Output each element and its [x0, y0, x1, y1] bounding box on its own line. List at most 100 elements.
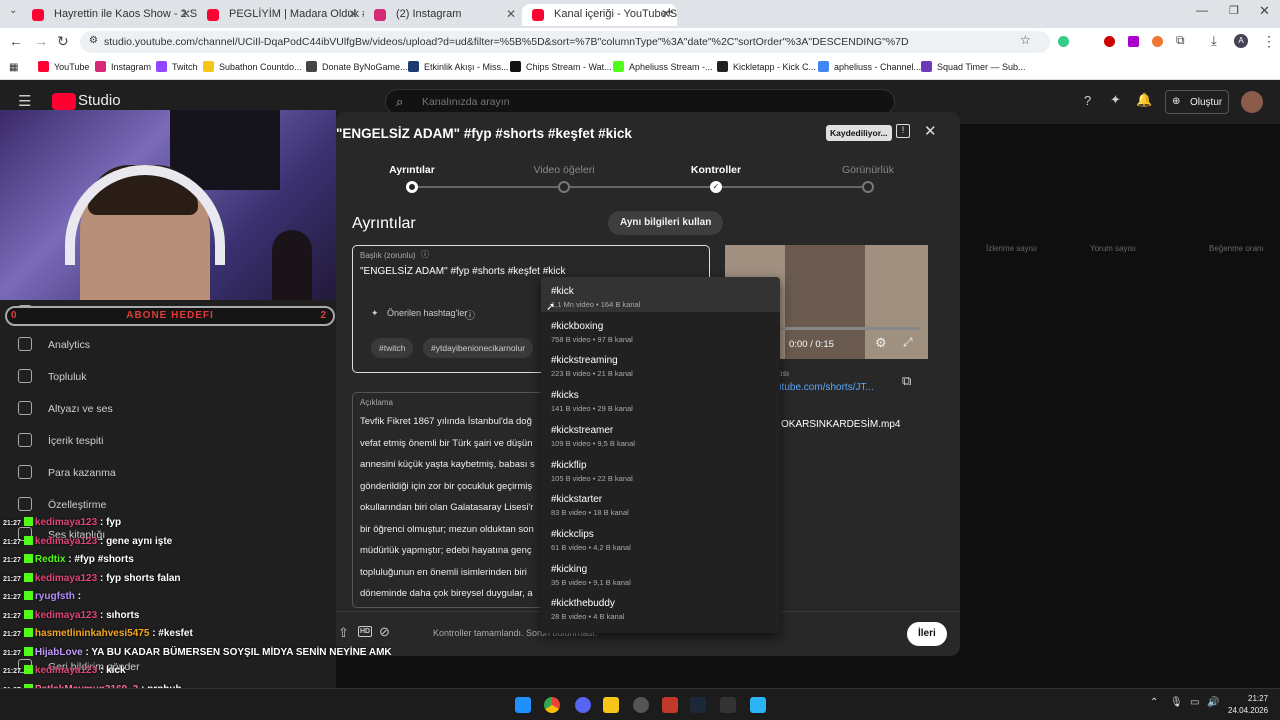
hashtag-option[interactable]: #kickstarter 83 B video • 18 B kanal [541, 485, 780, 520]
profile-avatar[interactable]: A [1234, 34, 1248, 48]
column-views[interactable]: İzlenme sayısı [986, 244, 1037, 253]
bookmark-item[interactable]: Apheliuss Stream -... [613, 61, 713, 72]
more-menu-icon[interactable]: ⋮ [1262, 33, 1276, 50]
hashtag-option[interactable]: #kickclips 61 B video • 4,2 B kanal [541, 520, 780, 555]
hashtag-chip[interactable]: #ytdayibenionecikarnolur [423, 338, 534, 358]
extension-icon[interactable] [1104, 36, 1115, 47]
help-icon[interactable]: ⓘ [421, 249, 429, 260]
reuse-details-button[interactable]: Aynı bilgileri kullan [608, 211, 724, 235]
title-input-value[interactable]: "ENGELSİZ ADAM" #fyp #shorts #keşfet #ki… [360, 266, 566, 277]
fullscreen-icon[interactable]: ⤢ [903, 335, 913, 350]
site-info-icon[interactable]: ⚙ [89, 35, 98, 46]
hashtag-option[interactable]: #kickflip 105 B video • 22 B kanal [541, 451, 780, 486]
next-button[interactable]: İleri [907, 622, 947, 646]
step-checks[interactable]: Kontroller [656, 164, 776, 176]
volume-icon[interactable]: 🔊 [1207, 697, 1219, 708]
check-icon[interactable]: ✓ [710, 181, 722, 193]
obs-icon[interactable] [633, 697, 649, 713]
chrome-icon[interactable] [544, 697, 560, 713]
network-icon[interactable]: ▭ [1190, 697, 1199, 708]
step-details[interactable]: Ayrıntılar [352, 164, 472, 176]
sidebar-item-analytics[interactable]: Analytics [18, 337, 90, 351]
bookmark-item[interactable]: apheliuss - Channel... [818, 61, 921, 72]
close-dialog-icon[interactable]: ✕ [924, 122, 937, 140]
apps-grid-icon[interactable]: ▦ [9, 62, 18, 73]
bookmark-item[interactable]: Squad Timer — Sub... [921, 61, 1026, 72]
channel-avatar[interactable] [1241, 91, 1263, 113]
tab-search-icon[interactable]: ⌄ [9, 5, 17, 16]
video-link[interactable]: utube.com/shorts/JT... [776, 382, 874, 393]
bookmark-item[interactable]: Donate ByNoGame... [306, 61, 408, 72]
discord-icon[interactable] [575, 697, 591, 713]
sidebar-item-content-detection[interactable]: İçerik tespiti [18, 433, 103, 447]
youtube-logo-icon[interactable] [52, 93, 76, 110]
download-icon[interactable]: ⤓ [1211, 33, 1217, 49]
bookmark-item[interactable]: Twitch [156, 61, 198, 72]
step-dot[interactable] [558, 181, 570, 193]
video-scrubber[interactable] [780, 327, 920, 330]
steam-icon[interactable] [690, 697, 706, 713]
app-icon[interactable] [750, 697, 766, 713]
sidebar-item-community[interactable]: Topluluk [18, 369, 87, 383]
column-like-ratio[interactable]: Beğenme oranı [1209, 244, 1264, 253]
extensions-puzzle-icon[interactable]: ⧉ [1176, 33, 1185, 48]
copy-link-icon[interactable]: ⧉ [902, 373, 911, 389]
extension-icon[interactable] [1128, 36, 1139, 47]
step-dot[interactable] [862, 181, 874, 193]
hashtag-option[interactable]: #kicking 35 B video • 9,1 B kanal [541, 555, 780, 590]
bookmark-item[interactable]: Chips Stream - Wat... [510, 61, 612, 72]
bookmark-item[interactable]: Kickletapp - Kick C... [717, 61, 816, 72]
back-icon[interactable]: ← [9, 33, 23, 49]
hamburger-menu-icon[interactable]: ☰ [18, 92, 31, 110]
file-explorer-icon[interactable] [603, 697, 619, 713]
close-tab-icon[interactable]: ✕ [506, 7, 516, 21]
sidebar-item-subtitles[interactable]: Altyazı ve ses [18, 401, 113, 415]
settings-gear-icon[interactable]: ⚙ [875, 335, 887, 351]
hashtag-option[interactable]: #kick 1,1 Mn video • 164 B kanal [541, 277, 780, 312]
extension-icon[interactable] [1152, 36, 1163, 47]
new-tab-icon[interactable]: + [665, 4, 674, 21]
notifications-bell-icon[interactable]: 🔔 [1136, 92, 1152, 108]
bookmark-star-icon[interactable]: ☆ [1020, 33, 1031, 47]
hashtag-option[interactable]: #kickboxing 758 B video • 97 B kanal [541, 312, 780, 347]
extension-icon[interactable] [1058, 36, 1069, 47]
step-video-elements[interactable]: Video öğeleri [504, 164, 624, 176]
help-icon[interactable]: ? [1084, 93, 1091, 108]
windows-start-icon[interactable] [515, 697, 531, 713]
tray-chevron-icon[interactable]: ⌃ [1150, 697, 1158, 708]
hashtag-option[interactable]: #kickstreaming 223 B video • 21 B kanal [541, 346, 780, 381]
reload-icon[interactable]: ↻ [57, 33, 69, 50]
sidebar-item-monetization[interactable]: Para kazanma [18, 465, 116, 479]
hashtag-option[interactable]: #kickthebuddy 28 B video • 4 B kanal [541, 589, 780, 624]
close-tab-icon[interactable]: ✕ [348, 7, 358, 21]
help-icon[interactable]: ⓘ [465, 307, 475, 322]
app-icon[interactable] [662, 697, 678, 713]
close-tab-icon[interactable]: ✕ [181, 7, 191, 21]
forward-icon[interactable]: → [34, 33, 48, 49]
url-field[interactable]: ⚙ studio.youtube.com/channel/UCiIl-DqaPo… [80, 31, 1050, 53]
column-comments[interactable]: Yorum sayısı [1090, 244, 1136, 253]
browser-tab[interactable]: PEGLİYİM | Madara Olduk #687✕ [197, 4, 364, 26]
bookmark-item[interactable]: Etkinlik Akışı - Miss... [408, 61, 509, 72]
browser-tab[interactable]: (2) Instagram ✕ [364, 4, 522, 26]
sparkle-icon[interactable]: ✦ [1110, 92, 1121, 108]
epic-games-icon[interactable] [720, 697, 736, 713]
close-window-icon[interactable]: ✕ [1259, 3, 1270, 19]
hashtag-option[interactable]: #kickstreamer 109 B video • 9,5 B kanal [541, 416, 780, 451]
feedback-icon[interactable]: ! [896, 124, 910, 138]
browser-tab[interactable]: Hayrettin ile Kaos Show - 2.Sezon✕ [22, 4, 197, 26]
step-dot-current[interactable] [406, 181, 418, 193]
browser-tab[interactable]: Kanal içeriği - YouTube Studio✕ [522, 4, 677, 26]
hashtag-chip[interactable]: #twitch [371, 338, 414, 358]
hashtag-option[interactable]: #kicks 141 B video • 29 B kanal [541, 381, 780, 416]
bookmark-item[interactable]: Subathon Countdo... [203, 61, 302, 72]
minimize-icon[interactable]: — [1196, 3, 1208, 17]
microphone-icon[interactable]: 🎙 [1170, 697, 1183, 708]
system-clock[interactable]: 21:27 24.04.2026 [1228, 693, 1268, 717]
bookmark-item[interactable]: YouTube [38, 61, 89, 72]
sidebar-item-customization[interactable]: Özelleştirme [18, 497, 106, 511]
create-button[interactable]: ⊕ Oluştur [1165, 90, 1229, 114]
maximize-icon[interactable]: ❐ [1229, 4, 1239, 17]
bookmark-item[interactable]: Instagram [95, 61, 151, 72]
step-visibility[interactable]: Görünürlük [808, 164, 928, 176]
